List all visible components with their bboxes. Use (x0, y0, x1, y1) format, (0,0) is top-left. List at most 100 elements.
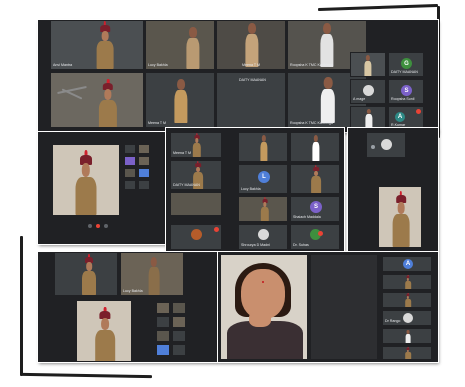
participant-tile[interactable]: S Shaiach Maddala (290, 196, 340, 222)
side-tile[interactable]: Dr Rango (382, 310, 432, 326)
side-tile[interactable] (382, 346, 432, 360)
participant-video (182, 27, 204, 69)
participant-name: DAITY MAANAN (239, 78, 266, 82)
participant-avatar: S (310, 201, 322, 213)
side-tile[interactable] (382, 274, 432, 290)
participant-video (241, 23, 263, 67)
meet-screenshot-mid-left (38, 132, 166, 244)
meet-screenshot-bottom-right: A Dr Rango (218, 252, 438, 362)
main-video-tile[interactable] (76, 300, 132, 362)
participant-tile[interactable]: Lucy Bakhla (145, 20, 215, 70)
participant-name: Lucy Bakhla (241, 187, 261, 192)
hangup-icon[interactable] (96, 224, 100, 228)
participant-name: DAITY MAANAN (391, 70, 418, 75)
participant-tile[interactable] (238, 196, 288, 222)
self-view-tile[interactable] (366, 132, 406, 158)
thumbnail-tile[interactable] (124, 156, 136, 166)
participant-name: Dr Rango (385, 319, 401, 324)
cadet-video (404, 347, 412, 359)
participant-tile[interactable] (238, 132, 288, 162)
presenter-shirt (227, 321, 303, 359)
participant-tile[interactable]: Anvi Mantra (50, 20, 144, 70)
participant-tile[interactable] (290, 132, 340, 162)
side-tile[interactable] (350, 52, 386, 77)
participant-avatar: G (401, 58, 412, 69)
cadet-video (93, 21, 117, 69)
participant-tile[interactable]: Dr. Suhas (290, 224, 340, 250)
thumbnail-tile[interactable] (156, 330, 170, 342)
side-tile[interactable] (382, 292, 432, 308)
side-tile[interactable]: A mage (350, 79, 386, 104)
participant-tile[interactable]: Shrourya D Madni (238, 224, 288, 250)
main-video-tile[interactable] (378, 186, 422, 248)
side-tile[interactable] (382, 328, 432, 344)
thumbnail-tile[interactable] (124, 168, 136, 178)
participant-video (404, 330, 412, 343)
side-tile[interactable]: G DAITY MAANAN (388, 52, 424, 77)
cadet-video (259, 197, 271, 221)
participant-tile[interactable]: Meena T M (145, 72, 215, 128)
participant-name: DAITY MAANAN (173, 183, 200, 188)
cadet-video (309, 165, 323, 193)
participant-tile[interactable]: Meena T M (170, 132, 222, 158)
participant-avatar (258, 229, 269, 240)
participant-name: Meena T M (241, 63, 261, 68)
presenter-video-tile[interactable] (220, 254, 308, 360)
thumbnail-tile[interactable] (138, 168, 150, 178)
participant-name: Lucy Bakhla (123, 289, 143, 294)
cadet-video (95, 79, 121, 127)
participant-video (310, 135, 322, 161)
cadet-video (91, 306, 119, 361)
thumbnail-tile[interactable] (156, 302, 170, 314)
participant-tile[interactable]: L Lucy Bakhla (238, 164, 288, 194)
participant-avatar: A (395, 112, 405, 122)
thumbnail-tile[interactable] (124, 144, 136, 154)
cadet-video (389, 190, 413, 247)
participant-name: Shaiach Maddala (293, 215, 321, 220)
thumbnail-tile[interactable] (138, 180, 150, 190)
thumbnail-tile[interactable] (156, 344, 170, 356)
participant-tile[interactable]: Lucy Bakhla (120, 252, 184, 296)
side-tile[interactable]: A (382, 256, 432, 272)
participant-tile[interactable] (170, 192, 222, 216)
participant-tile[interactable] (290, 164, 340, 194)
participant-tile[interactable] (50, 72, 144, 128)
thumbnail-tile[interactable] (172, 316, 186, 328)
side-tile[interactable] (350, 106, 386, 130)
participant-avatar (363, 85, 374, 96)
cadet-video (191, 133, 203, 157)
participant-avatar (381, 139, 392, 150)
participant-name: A mage (353, 97, 366, 102)
participant-avatar (403, 313, 413, 323)
thumbnail-tile[interactable] (172, 302, 186, 314)
participant-tile[interactable] (310, 254, 378, 360)
mic-icon[interactable] (88, 224, 92, 228)
participant-name: Lucy Bakhla (148, 63, 168, 68)
thumbnail-tile[interactable] (172, 344, 186, 356)
meet-screenshot-bottom-left: Lucy Bakhla (38, 252, 218, 362)
camera-icon[interactable] (104, 224, 108, 228)
main-video-tile[interactable] (52, 144, 120, 216)
participant-tile[interactable] (54, 252, 118, 296)
frame-stroke-top (317, 3, 439, 12)
thumbnail-tile[interactable] (138, 144, 150, 154)
thumbnail-tile[interactable] (172, 330, 186, 342)
participant-avatar: L (258, 171, 270, 183)
speaker-icon[interactable] (371, 145, 375, 149)
side-tile[interactable]: A R.Kumar (388, 106, 424, 130)
thumbnail-tile[interactable] (124, 180, 136, 190)
side-tile[interactable]: S Roopsha Sunil (388, 79, 424, 104)
mic-muted-icon (318, 231, 323, 236)
thumbnail-tile[interactable] (156, 316, 170, 328)
participant-name: Roopsha Sunil (391, 97, 415, 102)
participant-tile[interactable]: DAITY MAANAN (170, 160, 222, 190)
participant-tile[interactable] (170, 224, 222, 250)
participant-tile[interactable]: Meena T M (216, 20, 286, 70)
participant-name: Meena T M (148, 121, 167, 126)
participant-video (145, 257, 163, 295)
participant-tile[interactable]: DAITY MAANAN (216, 72, 286, 128)
meet-screenshot-top: Anvi Mantra Lucy Bakhla Meena T M Roopsh… (38, 20, 438, 132)
participant-name: Dr. Suhas (293, 243, 309, 248)
thumbnail-tile[interactable] (138, 156, 150, 166)
cadet-video (71, 150, 101, 215)
